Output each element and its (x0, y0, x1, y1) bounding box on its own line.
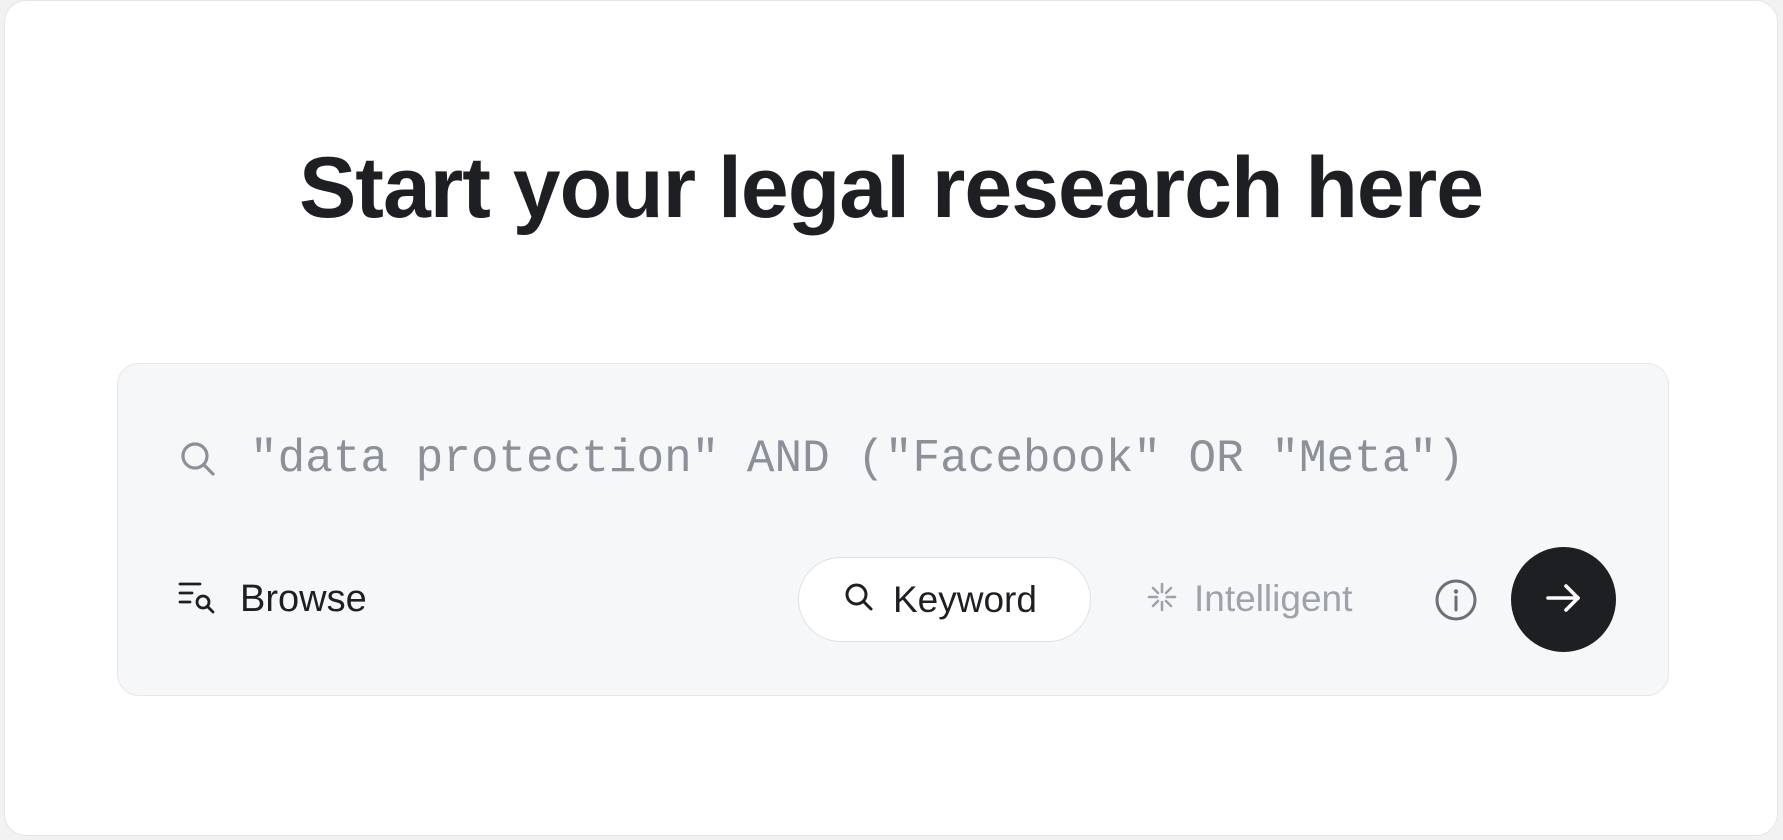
browse-button[interactable]: Browse (178, 574, 367, 624)
search-input[interactable] (250, 429, 1608, 489)
sparkle-icon (1146, 581, 1178, 618)
search-icon (843, 581, 875, 618)
info-button[interactable] (1434, 578, 1478, 622)
submit-search-button[interactable] (1511, 547, 1616, 652)
browse-icon (178, 580, 216, 619)
page-title: Start your legal research here (298, 140, 1484, 236)
search-icon (178, 439, 218, 479)
search-card: Browse Keyword (117, 363, 1669, 696)
mode-intelligent-button[interactable]: Intelligent (1146, 574, 1352, 624)
query-row (178, 424, 1608, 494)
arrow-right-icon (1544, 578, 1584, 621)
info-icon (1434, 579, 1478, 626)
page-container: Start your legal research here "data pro… (4, 0, 1778, 836)
mode-intelligent-label: Intelligent (1194, 578, 1353, 619)
mode-keyword-button[interactable]: Keyword (798, 557, 1091, 642)
mode-keyword-label: Keyword (893, 578, 1037, 620)
browse-label: Browse (240, 577, 367, 620)
